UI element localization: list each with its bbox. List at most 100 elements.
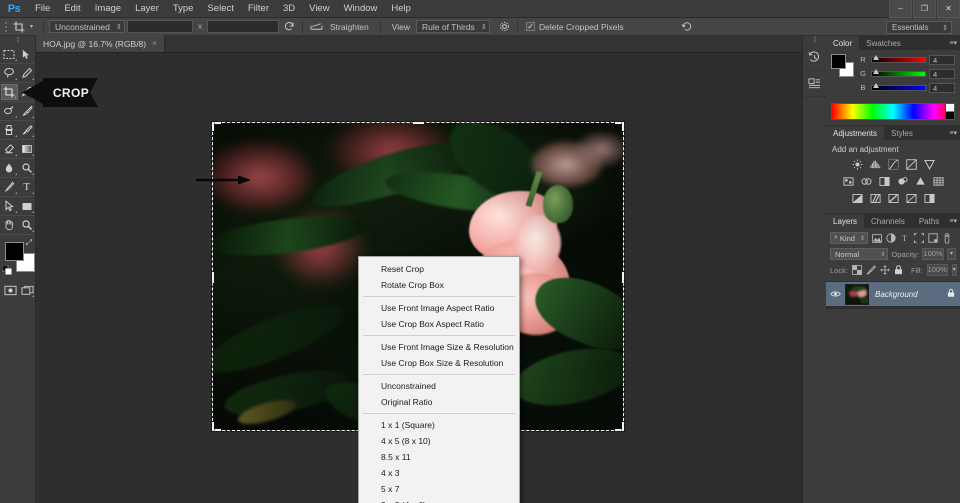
blur-tool[interactable] (1, 160, 18, 176)
overlay-select[interactable]: Rule of Thirds ⇕ (416, 20, 491, 33)
menu-file[interactable]: File (28, 0, 57, 18)
vibrance-icon[interactable] (923, 158, 935, 170)
menu-item-reset-crop[interactable]: Reset Crop (359, 261, 519, 277)
pen-tool[interactable] (1, 179, 18, 195)
posterize-icon[interactable] (869, 192, 881, 204)
threshold-icon[interactable] (887, 192, 899, 204)
reset-arrow-icon[interactable] (679, 19, 695, 35)
eye-icon[interactable] (829, 290, 842, 298)
tools-panel-grip[interactable]: ⁞⁞ (0, 36, 35, 45)
menu-window[interactable]: Window (337, 0, 385, 18)
spot-healing-brush-tool[interactable] (1, 103, 18, 119)
lasso-tool[interactable] (1, 65, 18, 81)
levels-icon[interactable] (869, 158, 881, 170)
color-lookup-icon[interactable] (932, 175, 944, 187)
filter-adjustment-icon[interactable] (885, 232, 896, 244)
aspect-preset-select[interactable]: Unconstrained ⇕ (49, 20, 126, 33)
swap-arrow-icon[interactable] (281, 19, 297, 35)
crop-tool-icon[interactable] (10, 19, 28, 35)
foreground-color-chip[interactable] (831, 54, 846, 69)
options-bar-grip[interactable] (2, 20, 10, 34)
layer-row-background[interactable]: Background (826, 281, 960, 307)
straighten-icon[interactable] (308, 19, 324, 35)
tab-color[interactable]: Color (826, 36, 860, 50)
menu-type[interactable]: Type (166, 0, 201, 18)
menu-image[interactable]: Image (88, 0, 128, 18)
layer-name[interactable]: Background (872, 290, 944, 299)
screen-mode-icon[interactable] (20, 282, 36, 298)
gear-icon[interactable] (496, 19, 512, 35)
green-value[interactable]: 4 (929, 68, 955, 79)
exposure-icon[interactable] (905, 158, 917, 170)
lock-transparency-icon[interactable] (852, 265, 862, 276)
fill-value[interactable]: 100% (926, 264, 948, 276)
rectangle-tool[interactable] (19, 198, 36, 214)
photo-filter-icon[interactable] (896, 175, 908, 187)
menu-view[interactable]: View (302, 0, 336, 18)
green-slider[interactable] (871, 69, 926, 77)
history-panel-icon[interactable] (803, 45, 826, 71)
crop-handle-left[interactable] (212, 271, 214, 283)
type-tool[interactable]: T (19, 179, 36, 195)
properties-panel-icon[interactable] (803, 71, 826, 97)
tab-layers[interactable]: Layers (826, 214, 865, 228)
menu-filter[interactable]: Filter (241, 0, 276, 18)
invert-icon[interactable] (851, 192, 863, 204)
layer-thumbnail[interactable] (845, 283, 869, 305)
history-brush-tool[interactable] (19, 122, 36, 138)
menu-select[interactable]: Select (200, 0, 240, 18)
filter-pixel-icon[interactable] (871, 232, 882, 244)
eraser-tool[interactable] (1, 141, 18, 157)
crop-height-input[interactable] (207, 20, 280, 33)
red-value[interactable]: 4 (929, 54, 955, 65)
panel-menu-icon[interactable]: ≡▾ (949, 39, 957, 47)
black-white-ramp[interactable] (945, 104, 954, 119)
menu-item-crop-box-size[interactable]: Use Crop Box Size & Resolution (359, 355, 519, 371)
hue-saturation-icon[interactable] (842, 175, 854, 187)
canvas-area[interactable]: Reset Crop Rotate Crop Box Use Front Ima… (36, 53, 806, 503)
workspace-select[interactable]: Essentials ⇕ (886, 21, 952, 34)
document-tab[interactable]: HOA.jpg @ 16.7% (RGB/8) × (36, 35, 165, 52)
curves-icon[interactable] (887, 158, 899, 170)
tab-swatches[interactable]: Swatches (859, 36, 908, 50)
rail-grip[interactable]: ⁞⁞ (803, 36, 826, 45)
layer-kind-select[interactable]: ⌕ Kind ⇕ (830, 232, 868, 244)
restore-button[interactable]: ❐ (913, 0, 936, 18)
blue-value[interactable]: 4 (929, 82, 955, 93)
lock-position-icon[interactable] (880, 265, 890, 276)
opacity-value[interactable]: 100% (922, 248, 944, 260)
close-button[interactable]: ✕ (937, 0, 960, 18)
zoom-tool[interactable] (19, 217, 36, 233)
color-balance-icon[interactable] (860, 175, 872, 187)
hand-tool[interactable] (1, 217, 18, 233)
filter-shape-icon[interactable] (913, 232, 924, 244)
minimize-button[interactable]: – (889, 0, 912, 18)
lock-image-icon[interactable] (866, 265, 876, 276)
crop-width-input[interactable] (127, 20, 194, 33)
menu-item-rotate-crop-box[interactable]: Rotate Crop Box (359, 277, 519, 293)
channel-mixer-icon[interactable] (914, 175, 926, 187)
panel-menu-icon[interactable]: ≡▾ (949, 217, 957, 225)
panel-menu-icon[interactable]: ≡▾ (949, 129, 957, 137)
menu-item-crop-box-aspect[interactable]: Use Crop Box Aspect Ratio (359, 316, 519, 332)
path-selection-tool[interactable] (1, 198, 18, 214)
black-white-icon[interactable] (878, 175, 890, 187)
menu-help[interactable]: Help (384, 0, 418, 18)
menu-layer[interactable]: Layer (128, 0, 166, 18)
crop-preset-context-menu[interactable]: Reset Crop Rotate Crop Box Use Front Ima… (358, 256, 520, 503)
crop-tool[interactable] (1, 84, 18, 100)
crop-handle-bottom-left[interactable] (212, 422, 221, 431)
close-icon[interactable]: × (152, 39, 157, 48)
foreground-color-swatch[interactable] (5, 242, 24, 261)
color-spectrum-ramp[interactable] (831, 103, 955, 120)
menu-item-front-image-aspect[interactable]: Use Front Image Aspect Ratio (359, 300, 519, 316)
swap-colors-icon[interactable]: ⤢ (26, 238, 32, 248)
menu-item-unconstrained[interactable]: Unconstrained (359, 378, 519, 394)
filter-smart-object-icon[interactable] (927, 232, 938, 244)
gradient-map-icon[interactable] (905, 192, 917, 204)
delete-cropped-pixels-checkbox[interactable]: ✓ Delete Cropped Pixels (526, 22, 624, 32)
quick-mask-icon[interactable] (3, 282, 19, 298)
menu-item-ratio-1x1[interactable]: 1 x 1 (Square) (359, 417, 519, 433)
tab-adjustments[interactable]: Adjustments (826, 126, 885, 140)
tab-styles[interactable]: Styles (884, 126, 920, 140)
